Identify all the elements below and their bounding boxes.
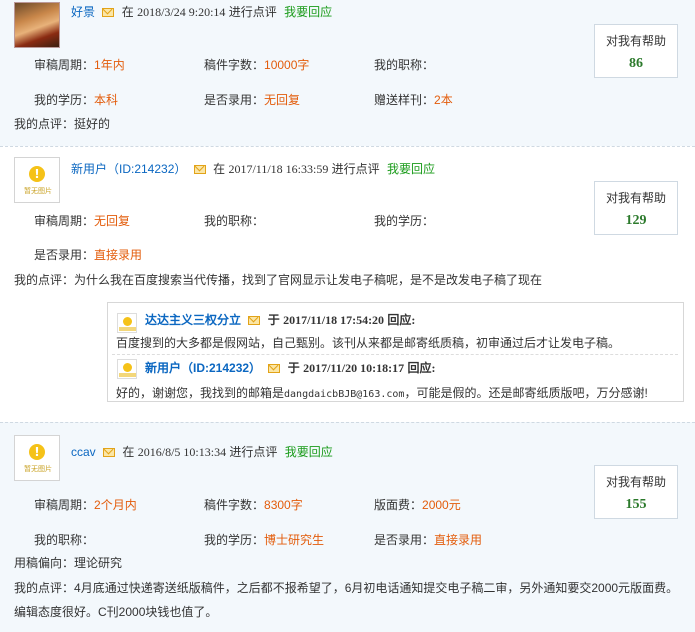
reply-email: dangdaicbBJB@163.com: [284, 389, 405, 400]
message-icon[interactable]: [268, 364, 281, 373]
helpful-button[interactable]: 对我有帮助 129: [594, 181, 678, 235]
author-link[interactable]: 新用户（ID:214232）: [71, 162, 186, 176]
avatar-caption: 暂无图片: [24, 466, 52, 473]
author-link[interactable]: 好景: [71, 5, 95, 19]
placeholder-icon: !: [29, 166, 45, 182]
reply-text: 好的，谢谢您，我找到的邮箱是dangdaicbBJB@163.com，可能是假的…: [116, 386, 648, 400]
review-header: 好景 在 2018/3/24 9:20:14 进行点评 我要回应: [71, 4, 332, 20]
message-icon[interactable]: [248, 316, 261, 325]
helpful-label: 对我有帮助: [605, 34, 666, 48]
at-label: 在: [213, 162, 226, 176]
field-review-period: 审稿周期：1年内: [34, 58, 125, 72]
helpful-count: 155: [625, 497, 647, 512]
reply-action: 回应:: [387, 313, 416, 327]
avatar[interactable]: ! 暂无图片: [14, 435, 60, 481]
field-education: 我的学历：本科: [34, 93, 119, 107]
at-label: 在: [121, 5, 134, 19]
reply-thread: 达达主义三权分立 于 2017/11/18 17:54:20 回应: 百度搜到的…: [107, 302, 684, 402]
field-title: 我的职称：: [374, 58, 435, 72]
review-action: 进行点评: [228, 5, 277, 19]
review-header: ccav 在 2016/8/5 10:13:34 进行点评 我要回应: [71, 444, 333, 460]
reply-at-label: 于: [287, 361, 300, 375]
field-title: 我的职称：: [34, 533, 95, 547]
author-link[interactable]: ccav: [71, 445, 96, 459]
review-item: ! 暂无图片 ccav 在 2016/8/5 10:13:34 进行点评 我要回…: [0, 422, 695, 632]
message-icon[interactable]: [102, 8, 115, 17]
reply-divider: [112, 354, 678, 355]
reply-avatar[interactable]: [117, 313, 137, 333]
review-datetime: 2016/8/5 10:13:34: [137, 445, 227, 459]
reply-datetime: 2017/11/18 17:54:20: [283, 313, 385, 327]
reply-link[interactable]: 我要回应: [285, 445, 333, 459]
avatar-caption: 暂无图片: [24, 188, 52, 195]
field-review-period: 审稿周期：无回复: [34, 214, 131, 228]
avatar[interactable]: ! 暂无图片: [14, 157, 60, 203]
reply-author-link[interactable]: 新用户（ID:214232）: [145, 361, 261, 375]
review-preference: 用稿偏向：理论研究: [14, 556, 123, 570]
reply-avatar[interactable]: [117, 359, 137, 379]
field-title: 我的职称：: [204, 214, 265, 228]
field-sample-copies: 赠送样刊：2本: [374, 93, 453, 107]
reply-at-label: 于: [267, 313, 280, 327]
field-education: 我的学历：博士研究生: [204, 533, 325, 547]
placeholder-icon: [123, 317, 132, 326]
avatar[interactable]: [14, 2, 60, 48]
message-icon[interactable]: [103, 448, 116, 457]
helpful-button[interactable]: 对我有帮助 86: [594, 24, 678, 78]
field-page-fee: 版面费：2000元: [374, 498, 461, 512]
review-action: 进行点评: [331, 162, 380, 176]
reply-header: 新用户（ID:214232） 于 2017/11/20 10:18:17 回应:: [145, 360, 435, 376]
review-datetime: 2018/3/24 9:20:14: [137, 5, 226, 19]
review-comment: 我的点评：为什么我在百度搜索当代传播，找到了官网显示让发电子稿呢，是不是改发电子…: [14, 273, 543, 287]
field-education: 我的学历：: [374, 214, 435, 228]
review-header: 新用户（ID:214232） 在 2017/11/18 16:33:59 进行点…: [71, 161, 435, 177]
at-label: 在: [122, 445, 135, 459]
reply-datetime: 2017/11/20 10:18:17: [303, 361, 405, 375]
review-comment-continued: 编辑态度很好。C刊2000块钱也值了。: [14, 605, 218, 619]
field-word-count: 稿件字数：8300字: [204, 498, 303, 512]
field-accepted: 是否录用：无回复: [204, 93, 301, 107]
review-comment: 我的点评：4月底通过快递寄送纸版稿件，之后都不报希望了，6月初电话通知提交电子稿…: [14, 581, 679, 595]
reply-link[interactable]: 我要回应: [387, 162, 435, 176]
reply-link[interactable]: 我要回应: [284, 5, 332, 19]
helpful-count: 86: [629, 56, 643, 71]
placeholder-icon: [123, 363, 132, 372]
reply-action: 回应:: [407, 361, 436, 375]
field-word-count: 稿件字数：10000字: [204, 58, 310, 72]
helpful-label: 对我有帮助: [605, 475, 666, 489]
message-icon[interactable]: [193, 165, 206, 174]
reply-header: 达达主义三权分立 于 2017/11/18 17:54:20 回应:: [145, 312, 415, 328]
review-item: 好景 在 2018/3/24 9:20:14 进行点评 我要回应 审稿周期：1年…: [0, 0, 695, 146]
field-accepted: 是否录用：直接录用: [374, 533, 483, 547]
helpful-count: 129: [625, 213, 647, 228]
reply-text: 百度搜到的大多都是假网站，自己甄别。该刊从来都是邮寄纸质稿，初审通过后才让发电子…: [116, 336, 621, 350]
review-datetime: 2017/11/18 16:33:59: [228, 162, 329, 176]
helpful-label: 对我有帮助: [605, 191, 666, 205]
review-action: 进行点评: [229, 445, 278, 459]
field-accepted: 是否录用：直接录用: [34, 248, 143, 262]
helpful-button[interactable]: 对我有帮助 155: [594, 465, 678, 519]
review-comment: 我的点评：挺好的: [14, 117, 111, 131]
placeholder-icon: !: [29, 444, 45, 460]
field-review-period: 审稿周期：2个月内: [34, 498, 137, 512]
reply-author-link[interactable]: 达达主义三权分立: [145, 313, 241, 327]
